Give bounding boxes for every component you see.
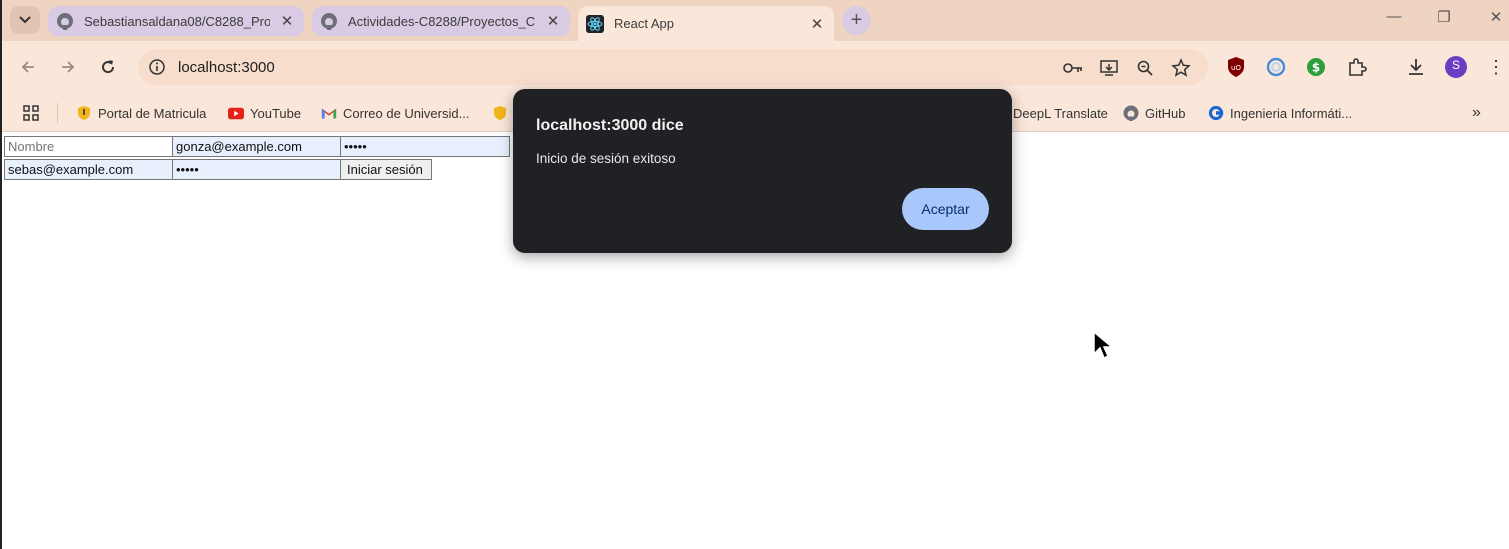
forward-button[interactable] [56,55,80,79]
bookmark-deepl[interactable]: DeepL Translate [1013,102,1108,124]
register-name-input[interactable]: Nombre [4,136,173,157]
apps-button[interactable] [22,102,40,124]
download-icon[interactable] [1404,55,1428,79]
bookmark-label: YouTube [250,105,302,121]
extension-ring-icon[interactable] [1264,55,1288,79]
browser-window: Sebastiansaldana08/C8288_Pro ✕ Actividad… [0,0,1509,549]
login-password-input[interactable]: ••••• [172,159,341,180]
bookmark-label: Portal de Matricula [98,105,207,121]
tab-github-1[interactable]: Sebastiansaldana08/C8288_Pro ✕ [48,6,304,36]
extensions-puzzle-icon[interactable] [1345,55,1369,79]
back-button[interactable] [16,55,40,79]
youtube-icon [228,105,244,121]
bookmarks-overflow-button[interactable]: » [1472,102,1481,124]
tab-title: React App [614,16,674,31]
extension-dollar-icon[interactable]: $ [1304,55,1328,79]
login-submit-button[interactable]: Iniciar sesión [340,159,432,180]
login-email-input[interactable]: sebas@example.com [4,159,173,180]
bookmark-label: Correo de Universid... [343,105,470,121]
svg-text:uO: uO [1231,64,1241,72]
arrow-left-icon [21,61,34,73]
github-icon [56,12,74,30]
bookmark-youtube[interactable]: YouTube [228,102,301,124]
new-tab-button[interactable]: + [842,6,871,35]
bookmark-label: GitHub [1145,105,1186,121]
close-window-button[interactable]: ✕ [1484,8,1508,26]
zoom-icon[interactable] [1134,57,1156,79]
alert-accept-button[interactable]: Aceptar [902,188,989,230]
address-bar[interactable]: localhost:3000 [138,49,1208,85]
bookmark-label: DeepL Translate [1013,105,1108,121]
bookmark-star-icon[interactable] [1170,57,1192,79]
gmail-icon [321,105,337,121]
minimize-button[interactable]: — [1382,8,1406,25]
arrow-right-icon [62,61,75,73]
toolbar: localhost:3000 uO $ S ⋮ [2,41,1509,94]
register-password-input[interactable]: ••••• [340,136,510,157]
double-chevron-right-icon: » [1472,104,1481,121]
tab-search-button[interactable] [10,6,40,34]
reload-icon [102,60,115,74]
bookmark-label: Ingenieria Informáti... [1230,105,1353,121]
close-icon[interactable]: ✕ [808,15,826,33]
plus-icon: + [850,9,863,31]
tab-react-app[interactable]: React App ✕ [578,6,834,41]
tab-strip: Sebastiansaldana08/C8288_Pro ✕ Actividad… [2,0,1509,41]
alert-title: localhost:3000 dice [536,117,684,134]
profile-avatar[interactable]: S [1444,55,1468,79]
register-email-input[interactable]: gonza@example.com [172,136,341,157]
menu-kebab-icon[interactable]: ⋮ [1484,55,1508,79]
reload-button[interactable] [96,55,120,79]
install-app-icon[interactable] [1098,57,1120,79]
bookmark-ingenieria[interactable]: Ingenieria Informáti... [1208,102,1352,124]
shield-icon [492,105,508,121]
mouse-cursor-icon [1093,330,1115,360]
close-icon[interactable]: ✕ [278,12,296,30]
key-icon[interactable] [1062,57,1084,79]
chevron-down-icon [19,16,31,24]
profile-initial: S [1451,58,1460,72]
tab-title: Sebastiansaldana08/C8288_Pro [84,13,270,29]
divider [57,103,58,123]
react-icon [586,14,604,33]
alert-message: Inicio de sesión exitoso [536,151,676,166]
github-icon [320,12,338,30]
tab-title: Actividades-C8288/Proyectos_C [348,13,536,29]
github-icon [1123,105,1139,121]
ublock-icon[interactable]: uO [1224,55,1248,79]
shield-icon [76,105,92,121]
tab-github-2[interactable]: Actividades-C8288/Proyectos_C ✕ [312,6,570,36]
url-text: localhost:3000 [178,59,275,76]
apps-grid-icon [23,105,39,121]
alert-dialog: localhost:3000 dice Inicio de sesión exi… [513,89,1012,253]
site-info-icon[interactable] [146,56,168,78]
svg-text:$: $ [1312,61,1320,75]
restore-button[interactable]: ❐ [1432,8,1456,26]
bookmark-correo[interactable]: Correo de Universid... [321,102,469,124]
close-icon[interactable]: ✕ [544,12,562,30]
bookmark-portal[interactable]: Portal de Matricula [76,102,206,124]
c-logo-icon [1208,105,1224,121]
bookmark-partial[interactable] [492,102,514,124]
bookmark-github[interactable]: GitHub [1123,102,1185,124]
